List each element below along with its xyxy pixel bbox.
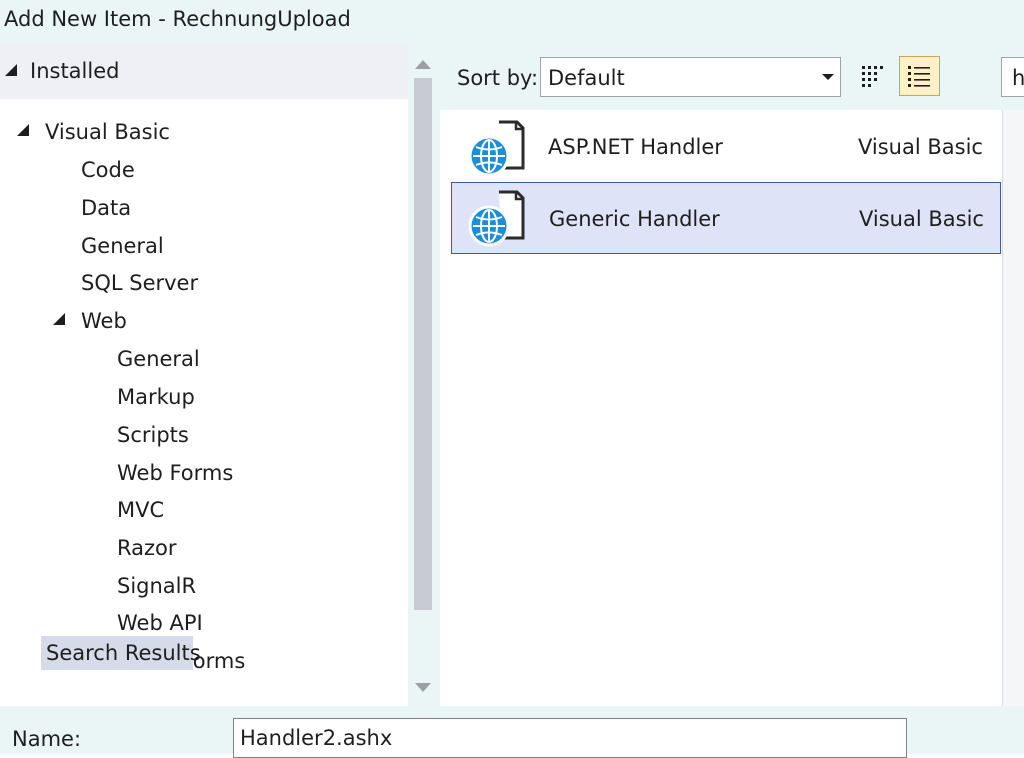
chevron-down-icon[interactable]	[822, 74, 834, 80]
web-handler-icon	[468, 190, 525, 247]
expand-arrow-icon[interactable]	[5, 64, 17, 76]
list-view-button[interactable]	[899, 56, 940, 96]
tree-item-general[interactable]: General	[81, 234, 164, 258]
item-name: ASP.NET Handler	[548, 135, 723, 159]
sort-by-value: Default	[548, 66, 625, 90]
name-input[interactable]	[233, 718, 907, 758]
item-name: Generic Handler	[549, 207, 720, 231]
scroll-thumb[interactable]	[414, 78, 432, 610]
tree-item-scripts[interactable]: Scripts	[117, 423, 189, 447]
template-item-asp-net-handler[interactable]: ASP.NET Handler Visual Basic	[451, 112, 1001, 184]
tree-item-data[interactable]: Data	[81, 196, 131, 220]
tree-item-web[interactable]: Web	[81, 309, 127, 333]
tree-item-signalr[interactable]: SignalR	[117, 574, 196, 598]
item-language: Visual Basic	[858, 135, 983, 159]
scroll-up-icon[interactable]	[415, 60, 431, 69]
medium-icons-view-button[interactable]	[858, 61, 888, 91]
search-results-label: Search Results	[46, 641, 201, 665]
tree-item-razor[interactable]: Razor	[117, 536, 177, 560]
sort-by-label: Sort by:	[457, 66, 539, 90]
template-category-tree: Installed Visual Basic Code Data General…	[0, 44, 408, 706]
expand-arrow-icon[interactable]	[53, 313, 65, 325]
grid-view-icon	[862, 66, 883, 87]
tree-item-code[interactable]: Code	[81, 158, 135, 182]
tree-item-mvc[interactable]: MVC	[117, 498, 164, 522]
installed-label: Installed	[30, 59, 120, 83]
item-language: Visual Basic	[859, 207, 984, 231]
template-item-generic-handler[interactable]: Generic Handler Visual Basic	[451, 182, 1001, 254]
expand-arrow-icon[interactable]	[17, 124, 29, 136]
list-view-icon	[908, 66, 930, 87]
tree-item-markup[interactable]: Markup	[117, 385, 195, 409]
window-title: Add New Item - RechnungUpload	[4, 7, 351, 31]
web-handler-icon	[468, 120, 525, 177]
tree-item-visual-basic[interactable]: Visual Basic	[45, 120, 170, 144]
tree-item-web-general[interactable]: General	[117, 347, 200, 371]
tree-item-web-api[interactable]: Web API	[117, 611, 203, 635]
scroll-down-icon[interactable]	[415, 683, 431, 692]
tree-item-sql-server[interactable]: SQL Server	[81, 271, 198, 295]
details-pane-edge	[1002, 110, 1024, 706]
tree-item-web-forms[interactable]: Web Forms	[117, 461, 233, 485]
search-installed-value: h	[1012, 66, 1024, 90]
name-label: Name:	[12, 727, 82, 751]
